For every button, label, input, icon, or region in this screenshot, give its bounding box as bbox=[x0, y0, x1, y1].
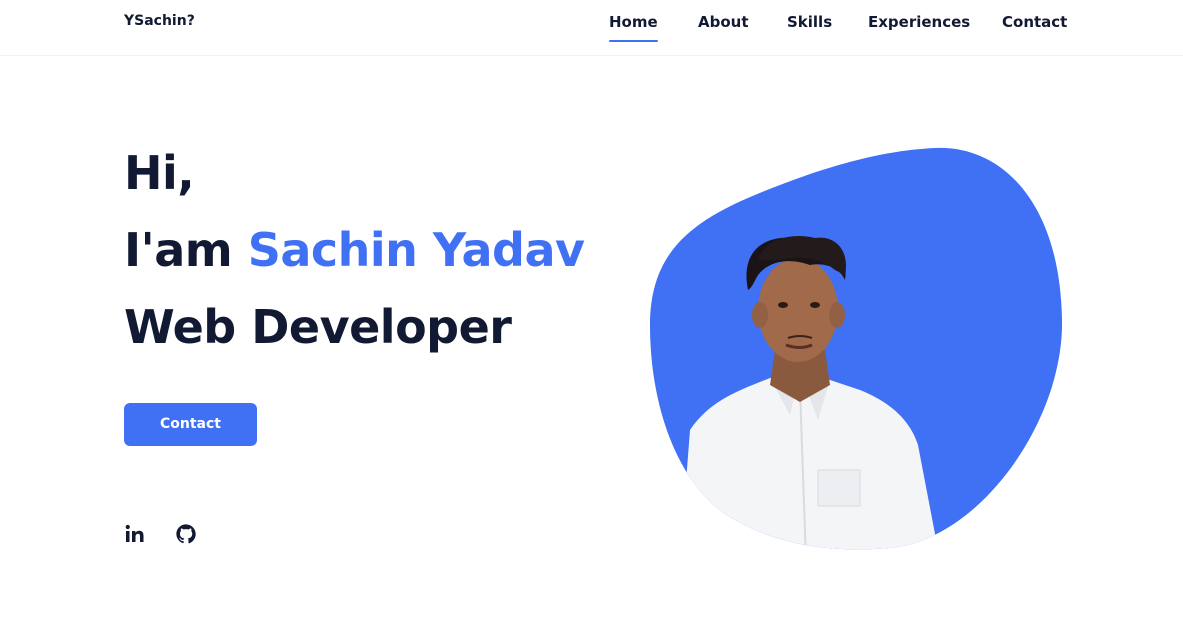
nav-link-about[interactable]: About bbox=[698, 12, 749, 44]
site-header: YSachin? Home About Skills Experiences C… bbox=[0, 0, 1183, 56]
nav-link-skills[interactable]: Skills bbox=[787, 12, 832, 44]
linkedin-link[interactable] bbox=[124, 523, 146, 545]
portrait-illustration bbox=[650, 147, 1063, 550]
hero-role: Web Developer bbox=[124, 300, 512, 354]
linkedin-icon bbox=[125, 524, 144, 542]
hero-intro-prefix: I'am bbox=[124, 223, 248, 277]
github-link[interactable] bbox=[175, 523, 197, 545]
nav-link-experiences[interactable]: Experiences bbox=[868, 12, 970, 44]
hero-name: Sachin Yadav bbox=[247, 223, 585, 277]
nav-link-contact[interactable]: Contact bbox=[1002, 12, 1067, 44]
nav-link-home[interactable]: Home bbox=[609, 12, 658, 44]
hero-intro: I'am Sachin Yadav bbox=[124, 223, 585, 277]
hero-portrait bbox=[640, 140, 1070, 560]
hero-greeting: Hi, bbox=[124, 146, 195, 200]
github-icon bbox=[176, 524, 196, 544]
main-nav: Home About Skills Experiences Contact bbox=[0, 12, 1183, 44]
contact-button[interactable]: Contact bbox=[124, 403, 257, 446]
